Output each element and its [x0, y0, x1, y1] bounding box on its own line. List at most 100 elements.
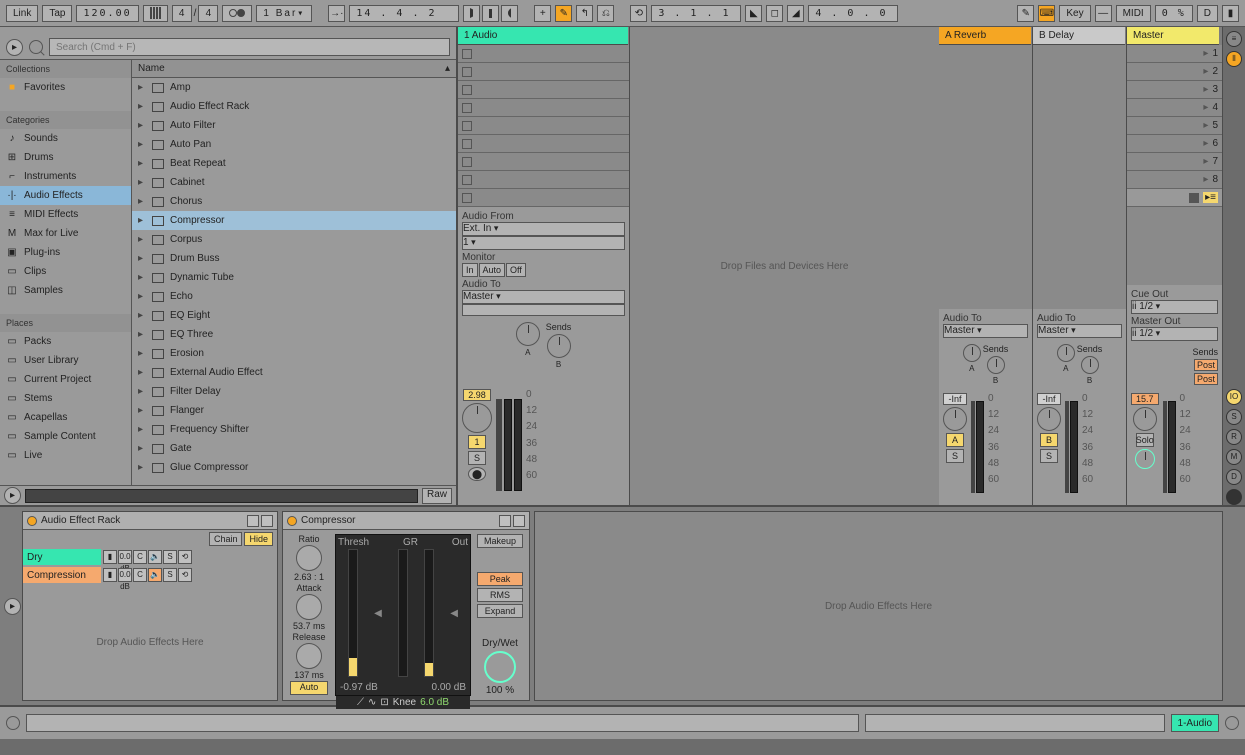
- hide-button[interactable]: Hide: [244, 532, 273, 546]
- expand-button[interactable]: Expand: [477, 604, 523, 618]
- rack-power-button[interactable]: [27, 516, 37, 526]
- browser-item[interactable]: ▸Erosion: [132, 344, 456, 363]
- clip-slot[interactable]: [458, 81, 629, 99]
- rail-m-button[interactable]: M: [1226, 449, 1242, 465]
- browser-item[interactable]: ▸Auto Pan: [132, 135, 456, 154]
- stop-all-clips-button[interactable]: [1189, 193, 1199, 203]
- track-activator-1[interactable]: 1: [468, 435, 486, 449]
- category-drums[interactable]: ⊞Drums: [0, 148, 131, 167]
- place-acapellas[interactable]: ▭Acapellas: [0, 408, 131, 427]
- time-signature[interactable]: 4/4: [172, 5, 219, 22]
- rail-io-toggle[interactable]: IO: [1226, 389, 1242, 405]
- scene-slot-2[interactable]: ▸2: [1127, 63, 1222, 81]
- tap-button[interactable]: Tap: [42, 5, 72, 22]
- compressor-display[interactable]: ThreshGROut ◀ ◀ -0.97 dB 0.00 dB ⟋∿⊡ Kne…: [335, 534, 471, 696]
- ratio-knob[interactable]: [296, 545, 322, 571]
- chain-comp-gain[interactable]: 0.0 dB: [118, 568, 132, 582]
- auto-release-button[interactable]: Auto: [290, 681, 328, 695]
- reenable-automation-button[interactable]: ↰: [576, 5, 593, 22]
- arm-button-1[interactable]: ⬤: [468, 467, 486, 481]
- return-a-dest[interactable]: Master ▾: [943, 324, 1028, 338]
- volume-slider[interactable]: [496, 399, 502, 491]
- audio-from-select[interactable]: Ext. In ▾: [462, 222, 625, 236]
- browser-item[interactable]: ▸Filter Delay: [132, 382, 456, 401]
- rail-s-button[interactable]: S: [1226, 409, 1242, 425]
- monitor-auto[interactable]: Auto: [479, 263, 506, 277]
- clip-slot[interactable]: [458, 153, 629, 171]
- audio-to-select[interactable]: Master ▾: [462, 290, 625, 304]
- scene-slot-6[interactable]: ▸6: [1127, 135, 1222, 153]
- follow-button[interactable]: →·: [328, 5, 345, 22]
- chain-dry-hotswap[interactable]: ⟲: [178, 550, 192, 564]
- master-solo[interactable]: Solo: [1136, 433, 1154, 447]
- browser-item[interactable]: ▸Beat Repeat: [132, 154, 456, 173]
- rail-x-button[interactable]: [1226, 489, 1242, 505]
- drywet-knob[interactable]: [484, 651, 516, 683]
- category-instruments[interactable]: ⌐Instruments: [0, 167, 131, 186]
- computer-midi-keyboard-button[interactable]: ⌨: [1038, 5, 1055, 22]
- midi-map-lock[interactable]: —: [1095, 5, 1112, 22]
- record-button[interactable]: [501, 5, 518, 22]
- selected-track-indicator[interactable]: 1-Audio: [1171, 714, 1219, 732]
- chain-compression[interactable]: Compression: [23, 567, 101, 583]
- device-view-collapse[interactable]: ▸: [4, 598, 21, 615]
- overdub-button[interactable]: +: [534, 5, 551, 22]
- midi-map-button[interactable]: MIDI: [1116, 5, 1151, 22]
- return-a-volume[interactable]: -Inf: [943, 393, 966, 405]
- return-b-send-a[interactable]: [1057, 344, 1075, 362]
- punch-out-button[interactable]: ◢: [787, 5, 804, 22]
- scene-slot-1[interactable]: ▸1: [1127, 45, 1222, 63]
- category-clips[interactable]: ▭Clips: [0, 262, 131, 281]
- browser-item[interactable]: ▸Echo: [132, 287, 456, 306]
- cue-volume[interactable]: [1135, 449, 1155, 469]
- chain-dry-solo[interactable]: S: [163, 550, 177, 564]
- scene-launch-indicator[interactable]: ▸≡: [1203, 192, 1218, 203]
- browser-item[interactable]: ▸External Audio Effect: [132, 363, 456, 382]
- scene-slot-7[interactable]: ▸7: [1127, 153, 1222, 171]
- compressor-power-button[interactable]: [287, 516, 297, 526]
- return-a-solo[interactable]: S: [946, 449, 964, 463]
- send-b-knob[interactable]: [547, 334, 571, 358]
- place-current-project[interactable]: ▭Current Project: [0, 370, 131, 389]
- compressor-hotswap-icon[interactable]: [513, 515, 525, 527]
- rms-button[interactable]: RMS: [477, 588, 523, 602]
- raw-button[interactable]: Raw: [422, 488, 452, 504]
- return-b-fader[interactable]: [1065, 401, 1069, 493]
- audio-from-channel[interactable]: 1 ▾: [462, 236, 625, 250]
- rail-d-button[interactable]: D: [1226, 469, 1242, 485]
- browser-item[interactable]: ▸Chorus: [132, 192, 456, 211]
- capture-button[interactable]: ⎌: [597, 5, 614, 22]
- play-button[interactable]: [463, 5, 480, 22]
- chain-dry-mute[interactable]: 🔈: [148, 550, 162, 564]
- clip-slot[interactable]: [458, 171, 629, 189]
- scene-slot-5[interactable]: ▸5: [1127, 117, 1222, 135]
- category-audio-effects[interactable]: ·|·Audio Effects: [0, 186, 131, 205]
- help-view-toggle[interactable]: [1225, 716, 1239, 730]
- peak-button[interactable]: Peak: [477, 572, 523, 586]
- category-samples[interactable]: ◫Samples: [0, 281, 131, 300]
- device-drop-area[interactable]: Drop Audio Effects Here: [534, 511, 1223, 701]
- scene-slot-8[interactable]: ▸8: [1127, 171, 1222, 189]
- return-b-activator[interactable]: B: [1040, 433, 1058, 447]
- compressor-save-icon[interactable]: [499, 515, 511, 527]
- browser-item[interactable]: ▸Compressor: [132, 211, 456, 230]
- browser-item[interactable]: ▸Glue Compressor: [132, 458, 456, 477]
- link-button[interactable]: Link: [6, 5, 38, 22]
- master-pan[interactable]: [1133, 407, 1157, 431]
- rack-drop-area[interactable]: Drop Audio Effects Here: [23, 584, 277, 700]
- return-a-fader[interactable]: [971, 401, 975, 493]
- key-map-button[interactable]: Key: [1059, 5, 1090, 22]
- chain-comp-hotswap[interactable]: ⟲: [178, 568, 192, 582]
- monitor-in[interactable]: In: [462, 263, 478, 277]
- master-out-select[interactable]: ii 1/2 ▾: [1131, 327, 1218, 341]
- place-user-library[interactable]: ▭User Library: [0, 351, 131, 370]
- return-a-send-a[interactable]: [963, 344, 981, 362]
- metronome-icon[interactable]: [143, 5, 168, 22]
- metronome-toggle[interactable]: [222, 5, 252, 22]
- drop-files-area[interactable]: Drop Files and Devices Here: [630, 27, 939, 505]
- return-b-volume[interactable]: -Inf: [1037, 393, 1060, 405]
- return-a-pan[interactable]: [943, 407, 967, 431]
- automation-arm-button[interactable]: ✎: [555, 5, 572, 22]
- place-sample-content[interactable]: ▭Sample Content: [0, 427, 131, 446]
- post-button-b[interactable]: Post: [1194, 373, 1218, 385]
